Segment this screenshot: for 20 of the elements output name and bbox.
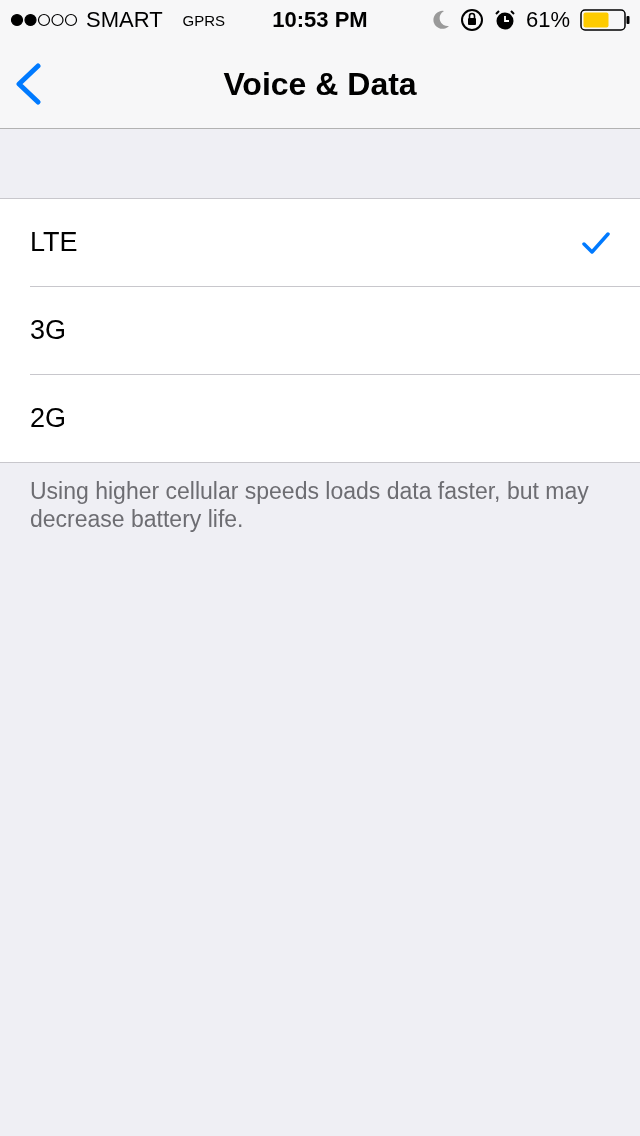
option-label: LTE	[30, 227, 78, 258]
battery-percent: 61%	[525, 7, 570, 33]
carrier-name: SMART	[86, 7, 163, 33]
moon-icon	[431, 10, 450, 30]
checkmark-icon	[582, 231, 610, 254]
option-row[interactable]: LTE	[30, 199, 640, 287]
network-type: GPRS	[182, 11, 226, 29]
back-button[interactable]	[14, 63, 42, 105]
option-row[interactable]: 2G	[30, 375, 640, 462]
clock-time: 10:53 PM	[272, 7, 368, 33]
alarm-clock-icon	[493, 9, 516, 31]
option-label: 2G	[30, 403, 67, 434]
rotation-lock-icon	[459, 8, 484, 32]
footer-note: Using higher cellular speeds loads data faster, but may decrease battery life.	[30, 477, 590, 533]
option-row[interactable]: 3G	[30, 287, 640, 375]
back-chevron-icon	[14, 63, 42, 105]
screen-title: Voice & Data	[223, 65, 417, 103]
battery-icon	[580, 9, 630, 31]
option-label: 3G	[30, 315, 67, 346]
signal-icon	[10, 13, 78, 27]
